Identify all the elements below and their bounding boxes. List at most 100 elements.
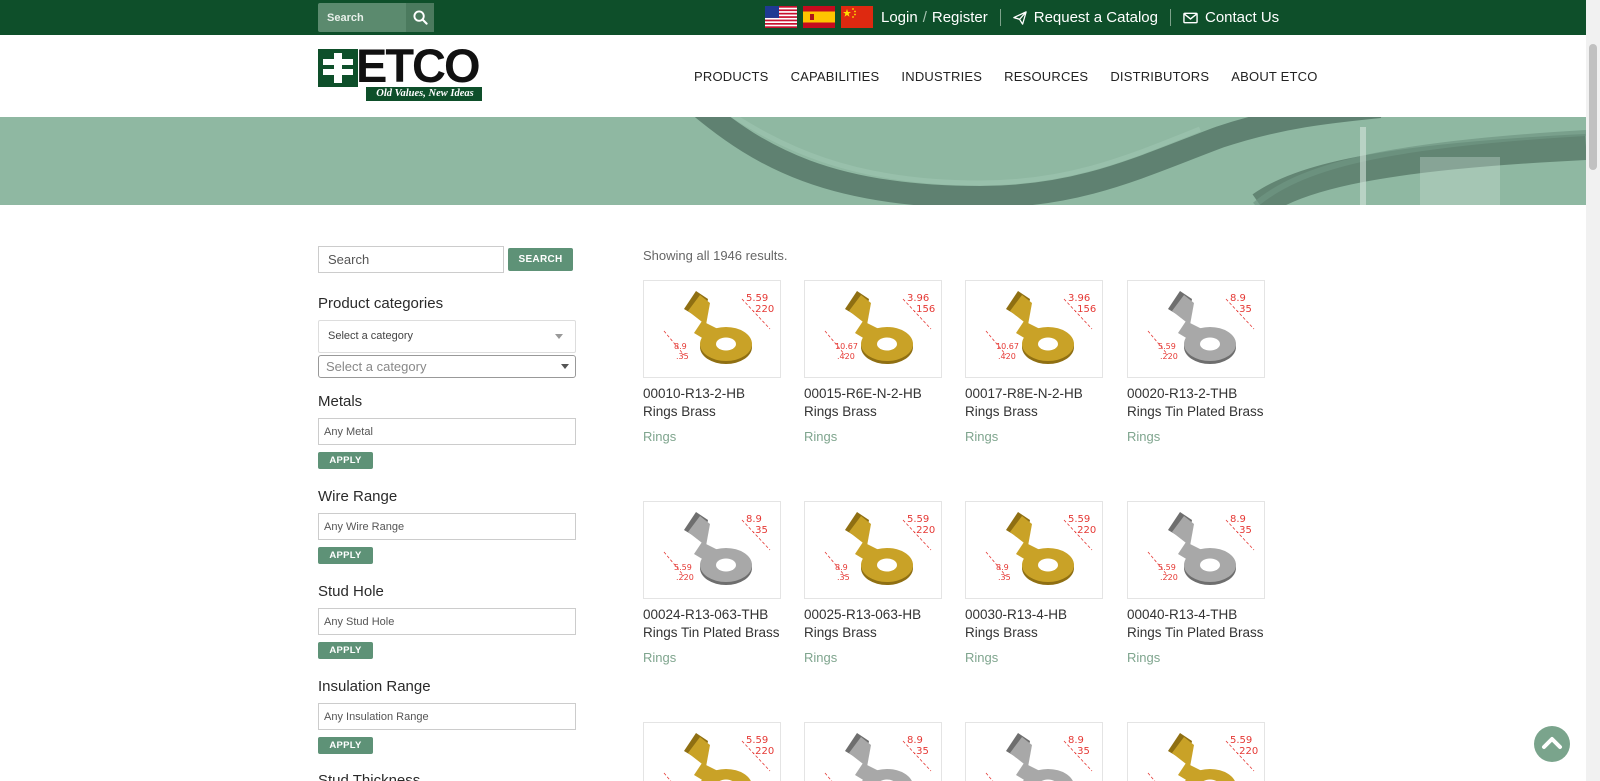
product-title[interactable]: 00030-R13-4-HB Rings Brass <box>965 606 1103 642</box>
stud-thickness-heading: Stud Thickness <box>318 772 421 781</box>
product-card[interactable]: 5.59.220 <box>1127 722 1265 781</box>
apply-button[interactable]: APPLY <box>318 547 373 564</box>
product-image[interactable]: 3.96.156 10.67.420 <box>965 280 1103 378</box>
apply-button[interactable]: APPLY <box>318 642 373 659</box>
back-to-top-button[interactable] <box>1534 726 1570 762</box>
product-card[interactable]: 8.9.35 5.59.220 00024-R13-063-THB Rings Ti… <box>643 501 781 665</box>
apply-button[interactable]: APPLY <box>318 737 373 754</box>
dimension-label: .35 <box>676 352 689 361</box>
wire-range-input[interactable]: Any Wire Range <box>318 513 576 540</box>
top-bar: Search Login / Register Request a Catalo… <box>0 0 1586 35</box>
dimension-label: .35 <box>1236 304 1252 315</box>
nav-about-etco[interactable]: ABOUT ETCO <box>1231 69 1317 84</box>
product-card[interactable]: 3.96.156 10.67.420 00017-R8E-N-2-HB Rings … <box>965 280 1103 444</box>
product-image[interactable]: 5.59.220 8.9.35 <box>643 280 781 378</box>
contact-us-label: Contact Us <box>1204 9 1280 26</box>
product-image[interactable]: 5.59.220 <box>1127 722 1265 781</box>
product-card[interactable]: 3.96.156 10.67.420 00015-R6E-N-2-HB Rings … <box>804 280 942 444</box>
scrollbar-thumb[interactable] <box>1589 44 1597 170</box>
dimension-label: 3.96 <box>1068 293 1090 304</box>
dimension-label: 8.9 <box>674 342 687 351</box>
product-card[interactable]: 5.59.220 8.9.35 00030-R13-4-HB Rings Brass… <box>965 501 1103 665</box>
divider <box>999 9 1001 26</box>
spain-flag-icon[interactable] <box>803 6 835 28</box>
hero-banner <box>0 117 1586 205</box>
dimension-label: .35 <box>1074 746 1090 757</box>
filter-heading: Stud Hole <box>318 583 384 600</box>
apply-button[interactable]: APPLY <box>318 452 373 469</box>
metal-input[interactable]: Any Metal <box>318 418 576 445</box>
filter-sidebar: Search SEARCH Product categories Select … <box>318 246 578 781</box>
product-title[interactable]: 00040-R13-4-THB Rings Tin Plated Brass <box>1127 606 1265 642</box>
envelope-icon <box>1183 12 1198 23</box>
product-image[interactable]: 8.9.35 <box>965 722 1103 781</box>
banner-wire-image <box>0 117 1586 205</box>
top-search[interactable]: Search <box>318 3 434 32</box>
dimension-label: 8.9 <box>907 735 923 746</box>
product-category-link[interactable]: Rings <box>804 429 942 444</box>
product-category-link[interactable]: Rings <box>1127 429 1265 444</box>
product-image[interactable]: 5.59.220 <box>643 722 781 781</box>
product-title[interactable]: 00015-R6E-N-2-HB Rings Brass <box>804 385 942 421</box>
etco-logo[interactable]: ETCO Old Values, New Ideas <box>318 41 484 103</box>
product-card[interactable]: 8.9.35 5.59.220 00040-R13-4-THB Rings Tin … <box>1127 501 1265 665</box>
product-image[interactable]: 8.9.35 <box>804 722 942 781</box>
product-category-link[interactable]: Rings <box>804 650 942 665</box>
product-card[interactable]: 5.59.220 8.9.35 00010-R13-2-HB Rings Brass… <box>643 280 781 444</box>
contact-us-link[interactable]: Contact Us <box>1183 9 1279 26</box>
nav-resources[interactable]: RESOURCES <box>1004 69 1088 84</box>
china-flag-icon[interactable] <box>841 6 873 28</box>
product-image[interactable]: 3.96.156 10.67.420 <box>804 280 942 378</box>
nav-capabilities[interactable]: CAPABILITIES <box>791 69 880 84</box>
category-select-value: Select a category <box>328 330 413 342</box>
results-count: Showing all 1946 results. <box>643 248 788 263</box>
product-card[interactable]: 5.59.220 8.9.35 00025-R13-063-HB Rings Bra… <box>804 501 942 665</box>
top-search-button[interactable] <box>406 3 434 32</box>
filter-stud-hole: Stud Hole Any Stud Hole APPLY <box>318 583 578 659</box>
nav-industries[interactable]: INDUSTRIES <box>901 69 982 84</box>
us-flag-icon[interactable] <box>765 6 797 28</box>
nav-products[interactable]: PRODUCTS <box>694 69 769 84</box>
page-scrollbar[interactable] <box>1586 0 1600 781</box>
dimension-label: 5.59 <box>746 293 768 304</box>
product-category-link[interactable]: Rings <box>1127 650 1265 665</box>
sidebar-search-input[interactable]: Search <box>318 246 504 273</box>
category-select-native[interactable]: Select a category <box>318 355 576 378</box>
dimension-label: 5.59 <box>907 514 929 525</box>
sidebar-search-button[interactable]: SEARCH <box>508 248 573 271</box>
product-image[interactable]: 5.59.220 8.9.35 <box>804 501 942 599</box>
product-category-link[interactable]: Rings <box>965 650 1103 665</box>
product-title[interactable]: 00024-R13-063-THB Rings Tin Plated Brass <box>643 606 781 642</box>
nav-distributors[interactable]: DISTRIBUTORS <box>1110 69 1209 84</box>
dimension-label: .156 <box>1074 304 1096 315</box>
request-catalog-link[interactable]: Request a Catalog <box>1012 9 1158 26</box>
category-select[interactable]: Select a category <box>318 320 576 353</box>
product-image[interactable]: 5.59.220 8.9.35 <box>965 501 1103 599</box>
product-card[interactable]: 8.9.35 <box>804 722 942 781</box>
login-link[interactable]: Login <box>881 9 918 26</box>
request-catalog-label: Request a Catalog <box>1033 9 1158 26</box>
insulation-range-input[interactable]: Any Insulation Range <box>318 703 576 730</box>
dimension-label: 5.59 <box>674 563 692 572</box>
product-card[interactable]: 8.9.35 <box>965 722 1103 781</box>
product-title[interactable]: 00020-R13-2-THB Rings Tin Plated Brass <box>1127 385 1265 421</box>
product-image[interactable]: 8.9.35 5.59.220 <box>1127 501 1265 599</box>
product-title[interactable]: 00025-R13-063-HB Rings Brass <box>804 606 942 642</box>
divider <box>1169 9 1171 26</box>
chevron-down-icon <box>555 334 563 339</box>
product-title[interactable]: 00017-R8E-N-2-HB Rings Brass <box>965 385 1103 421</box>
product-card[interactable]: 5.59.220 <box>643 722 781 781</box>
product-title[interactable]: 00010-R13-2-HB Rings Brass <box>643 385 781 421</box>
stud-hole-input[interactable]: Any Stud Hole <box>318 608 576 635</box>
product-category-link[interactable]: Rings <box>643 650 781 665</box>
product-category-link[interactable]: Rings <box>643 429 781 444</box>
product-category-link[interactable]: Rings <box>965 429 1103 444</box>
product-image[interactable]: 8.9.35 5.59.220 <box>643 501 781 599</box>
dimension-label: .35 <box>837 573 850 582</box>
filter-heading: Metals <box>318 393 363 410</box>
product-card[interactable]: 8.9.35 5.59.220 00020-R13-2-THB Rings Tin … <box>1127 280 1265 444</box>
product-image[interactable]: 8.9.35 5.59.220 <box>1127 280 1265 378</box>
dimension-label: 8.9 <box>1068 735 1084 746</box>
register-link[interactable]: Register <box>932 9 988 26</box>
top-search-input[interactable]: Search <box>318 3 406 32</box>
